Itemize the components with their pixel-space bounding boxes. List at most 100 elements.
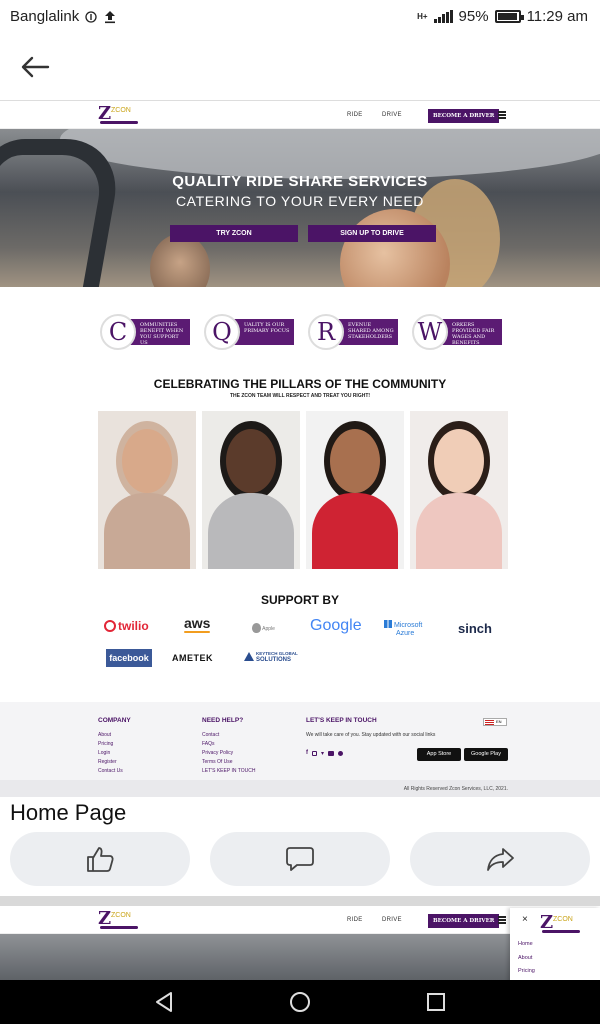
sign-up-to-drive-button[interactable]: SIGN UP TO DRIVE — [308, 225, 436, 242]
network-type: H+ — [417, 12, 428, 21]
facebook-logo: facebook — [106, 649, 152, 667]
nav-drive-link-2: DRIVE — [382, 917, 402, 923]
sim-icon — [85, 10, 97, 23]
twitter-icon[interactable]: ▾ — [321, 750, 324, 757]
team-photo-3 — [306, 411, 404, 569]
android-nav-bar — [0, 980, 600, 1024]
post-caption: Home Page — [10, 800, 127, 825]
pillar-letter: W — [412, 314, 448, 350]
menu-item-pricing: Pricing — [518, 968, 535, 974]
try-zcon-button[interactable]: TRY ZCON — [170, 225, 298, 242]
website-screenshot-2[interactable]: Z ZCON RIDE DRIVE BECOME A DRIVER × Z ZCON… — [0, 906, 600, 980]
hero-title: QUALITY RIDE SHARE SERVICES — [172, 173, 428, 190]
become-driver-button-2: BECOME A DRIVER — [428, 914, 500, 928]
website-screenshot[interactable]: Z ZCON RIDE DRIVE BECOME A DRIVER QUALITY… — [0, 100, 600, 797]
footer-contact-us-link[interactable]: Contact Us — [98, 768, 123, 774]
app-store-badge[interactable]: App Store — [417, 748, 461, 761]
nav-drive-link[interactable]: DRIVE — [382, 112, 402, 118]
become-driver-button[interactable]: BECOME A DRIVER — [428, 109, 500, 123]
support-heading: SUPPORT BY — [260, 593, 339, 607]
apple-icon — [252, 623, 261, 633]
google-text: Google — [310, 617, 362, 634]
footer-contact-link[interactable]: Contact — [202, 732, 219, 738]
thumbs-up-icon — [87, 847, 114, 872]
upload-icon — [105, 10, 116, 23]
footer-login-link[interactable]: Login — [98, 750, 110, 756]
language-text: EN — [496, 719, 502, 724]
aws-text: aws — [184, 615, 211, 631]
site-footer: COMPANY About Pricing Login Register Con… — [0, 702, 600, 797]
azure-text-2: Azure — [396, 630, 415, 637]
comment-button[interactable] — [210, 832, 390, 886]
instagram-icon[interactable] — [312, 751, 317, 756]
zcon-logo[interactable]: Z ZCON — [98, 103, 142, 127]
battery-percent: 95% — [458, 8, 489, 25]
azure-logo: Microsoft Azure — [384, 620, 422, 638]
site-navbar: Z ZCON RIDE DRIVE BECOME A DRIVER — [0, 101, 600, 129]
nav-home-icon[interactable] — [287, 990, 313, 1014]
battery-icon — [494, 10, 524, 23]
social-icons: f ▾ — [306, 750, 344, 757]
celebrate-subheading: THE ZCON TEAM WILL RESPECT AND TREAT YOU… — [229, 393, 371, 399]
youtube-icon[interactable] — [328, 751, 335, 756]
sinch-text: sinch — [458, 621, 492, 636]
twilio-logo: twilio — [104, 619, 149, 633]
footer-touch-description: We will take care of you. Stay updated w… — [306, 732, 436, 738]
hero-car-door — [0, 139, 125, 287]
status-bar: Banglalink H+ 95% 11:29 am — [0, 0, 600, 34]
logo-text-2: ZCON — [111, 912, 131, 919]
comment-icon — [286, 847, 314, 871]
footer-terms-link[interactable]: Terms Of Use — [202, 759, 233, 765]
twilio-text: twilio — [118, 619, 149, 633]
pillar-revenue: R EVENUE SHARED AMONG STAKEHOLDERS — [308, 313, 398, 351]
footer-about-link[interactable]: About — [98, 732, 111, 738]
pillar-community: C OMMUNITIES BENEFIT WHEN YOU SUPPORT US — [100, 313, 190, 351]
back-arrow-icon[interactable] — [18, 52, 52, 82]
pillar-letter: Q — [204, 314, 240, 350]
windows-icon — [384, 620, 392, 628]
menu-item-about: About — [518, 955, 533, 961]
keytech-text-1: KEYTECH GLOBAL — [256, 651, 298, 656]
ametek-logo: AMETEK — [172, 653, 213, 663]
app-bar — [0, 34, 600, 100]
footer-keep-in-touch-link[interactable]: LET'S KEEP IN TOUCH — [202, 768, 255, 774]
keytech-text-2: SOLUTIONS — [256, 657, 292, 663]
azure-text-1: Microsoft — [393, 622, 423, 629]
google-play-badge[interactable]: Google Play — [464, 748, 508, 761]
keytech-icon — [244, 652, 254, 661]
google-logo: Google — [310, 617, 362, 635]
like-button[interactable] — [10, 832, 190, 886]
facebook-icon[interactable]: f — [306, 750, 308, 757]
apple-logo: Apple — [252, 623, 275, 633]
pillar-text: EVENUE SHARED AMONG STAKEHOLDERS — [336, 319, 398, 345]
keytech-logo: KEYTECH GLOBAL SOLUTIONS — [244, 651, 298, 663]
share-button[interactable] — [410, 832, 590, 886]
footer-help-heading: NEED HELP? — [202, 717, 244, 724]
hero-subtitle: CATERING TO YOUR EVERY NEED — [175, 193, 425, 209]
footer-privacy-link[interactable]: Privacy Policy — [202, 750, 233, 756]
pinterest-icon[interactable] — [338, 751, 344, 756]
footer-faqs-link[interactable]: FAQs — [202, 741, 215, 747]
zcon-logo-2: Z ZCON — [98, 908, 142, 932]
celebrate-heading: CELEBRATING THE PILLARS OF THE COMMUNITY — [153, 377, 447, 391]
nav-back-icon[interactable] — [151, 990, 177, 1014]
pillar-quality: Q UALITY IS OUR PRIMARY FOCUS — [204, 313, 294, 351]
ametek-text: AMETEK — [172, 653, 213, 663]
sinch-logo: sinch — [458, 621, 492, 636]
team-photo-1 — [98, 411, 196, 569]
clock: 11:29 am — [526, 8, 588, 25]
language-selector[interactable]: EN — [483, 718, 507, 726]
post-divider — [0, 896, 600, 906]
footer-register-link[interactable]: Register — [98, 759, 117, 765]
footer-copyright-bar — [0, 780, 600, 797]
apple-text: Apple — [262, 626, 275, 632]
hamburger-menu-icon[interactable] — [498, 111, 506, 119]
pillar-letter: R — [308, 314, 344, 350]
nav-ride-link[interactable]: RIDE — [347, 112, 363, 118]
pillar-letter: C — [100, 314, 136, 350]
footer-pricing-link[interactable]: Pricing — [98, 741, 113, 747]
share-icon — [487, 848, 514, 871]
menu-item-home: Home — [518, 941, 533, 947]
status-right: H+ 95% 11:29 am — [417, 8, 588, 25]
nav-recents-icon[interactable] — [423, 990, 449, 1014]
